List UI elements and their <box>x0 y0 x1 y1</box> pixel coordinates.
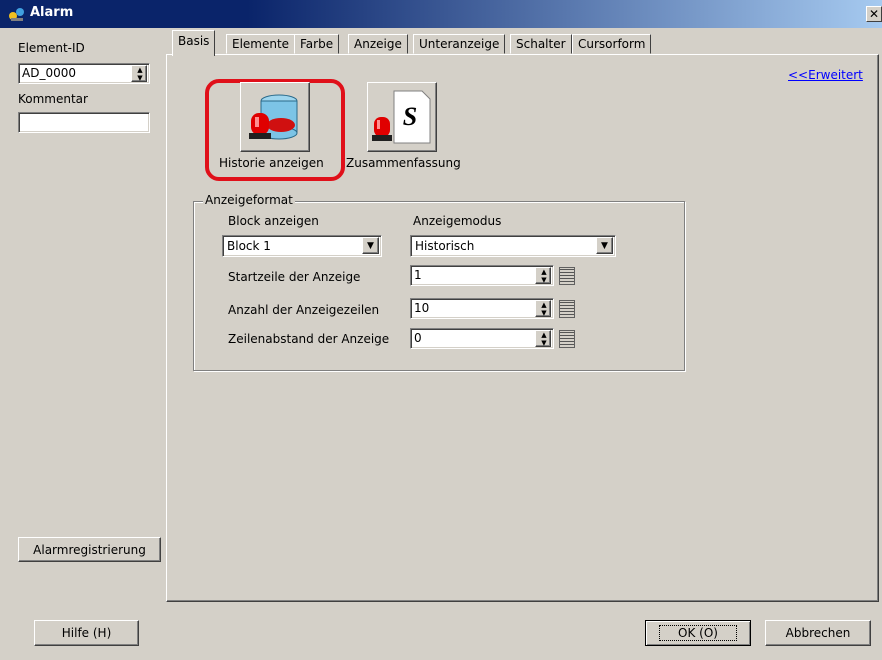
help-button[interactable]: Hilfe (H) <box>34 620 139 646</box>
tab-anzeige[interactable]: Anzeige <box>348 34 408 54</box>
svg-text:S: S <box>403 102 417 131</box>
start-row-value: 1 <box>414 268 422 282</box>
help-button-label: Hilfe (H) <box>61 626 112 640</box>
tab-schalter[interactable]: Schalter <box>510 34 572 54</box>
spin-up-icon[interactable]: ▲ <box>536 331 552 339</box>
rows-field[interactable]: 10 ▲ ▼ <box>410 298 554 319</box>
mode-dropdown-arrow-icon[interactable]: ▼ <box>596 237 613 254</box>
summary-mode-button[interactable]: S <box>367 82 437 152</box>
spacing-label: Zeilenabstand der Anzeige <box>228 332 390 346</box>
tab-unteranzeige[interactable]: Unteranzeige <box>413 34 506 54</box>
alarm-registration-button[interactable]: Alarmregistrierung <box>18 537 161 562</box>
close-icon: ✕ <box>868 7 880 21</box>
keypad-icon[interactable] <box>559 330 575 348</box>
title-bar: Alarm ✕ <box>0 0 882 28</box>
block-select[interactable]: Block 1 ▼ <box>222 235 382 257</box>
cancel-button-label: Abbrechen <box>785 626 851 640</box>
ok-button[interactable]: OK (O) <box>645 620 751 646</box>
alarm-app-icon <box>9 8 24 21</box>
alarm-history-icon <box>249 94 298 140</box>
spin-down-icon[interactable]: ▼ <box>536 339 552 347</box>
tab-cursorform[interactable]: Cursorform <box>572 34 652 54</box>
element-id-label: Element-ID <box>18 41 85 55</box>
history-mode-button[interactable] <box>240 82 310 152</box>
mode-select-value: Historisch <box>415 239 475 253</box>
spin-up-icon[interactable]: ▲ <box>536 268 552 276</box>
keypad-icon[interactable] <box>559 267 575 285</box>
spacing-value: 0 <box>414 331 422 345</box>
tab-basis[interactable]: Basis <box>172 30 216 56</box>
mode-label: Anzeigemodus <box>413 214 502 228</box>
summary-mode-label: Zusammenfassung <box>346 156 461 170</box>
comment-field[interactable] <box>18 112 150 133</box>
history-mode-label: Historie anzeigen <box>219 156 324 170</box>
window-title: Alarm <box>30 5 74 20</box>
block-label: Block anzeigen <box>228 214 319 228</box>
tab-elemente[interactable]: Elemente <box>226 34 296 54</box>
rows-spinner[interactable]: ▲ ▼ <box>535 300 551 317</box>
block-select-value: Block 1 <box>227 239 271 253</box>
start-row-field[interactable]: 1 ▲ ▼ <box>410 265 554 286</box>
close-button[interactable]: ✕ <box>866 6 882 22</box>
rows-value: 10 <box>414 301 430 315</box>
spin-up-icon[interactable]: ▲ <box>132 66 148 74</box>
element-id-field[interactable]: AD_0000 ▲ ▼ <box>18 63 150 84</box>
alarm-registration-label: Alarmregistrierung <box>33 542 146 557</box>
spin-down-icon[interactable]: ▼ <box>536 309 552 317</box>
mode-select[interactable]: Historisch ▼ <box>410 235 616 257</box>
cancel-button[interactable]: Abbrechen <box>765 620 871 646</box>
keypad-icon[interactable] <box>559 300 575 318</box>
ok-button-label: OK (O) <box>659 625 737 641</box>
alarm-summary-icon: S <box>372 90 431 144</box>
advanced-link[interactable]: <<Erweitert <box>788 68 863 82</box>
rows-label: Anzahl der Anzeigezeilen <box>228 303 380 317</box>
spin-down-icon[interactable]: ▼ <box>536 276 552 284</box>
tab-farbe[interactable]: Farbe <box>294 34 340 54</box>
spacing-spinner[interactable]: ▲ ▼ <box>535 330 551 347</box>
element-id-spinner[interactable]: ▲ ▼ <box>131 65 147 82</box>
spin-up-icon[interactable]: ▲ <box>536 301 552 309</box>
spacing-field[interactable]: 0 ▲ ▼ <box>410 328 554 349</box>
comment-label: Kommentar <box>18 92 88 106</box>
start-row-label: Startzeile der Anzeige <box>228 270 361 284</box>
element-id-value: AD_0000 <box>22 66 76 80</box>
start-row-spinner[interactable]: ▲ ▼ <box>535 267 551 284</box>
display-format-legend: Anzeigeformat <box>203 193 295 207</box>
spin-down-icon[interactable]: ▼ <box>132 74 148 82</box>
block-dropdown-arrow-icon[interactable]: ▼ <box>362 237 379 254</box>
